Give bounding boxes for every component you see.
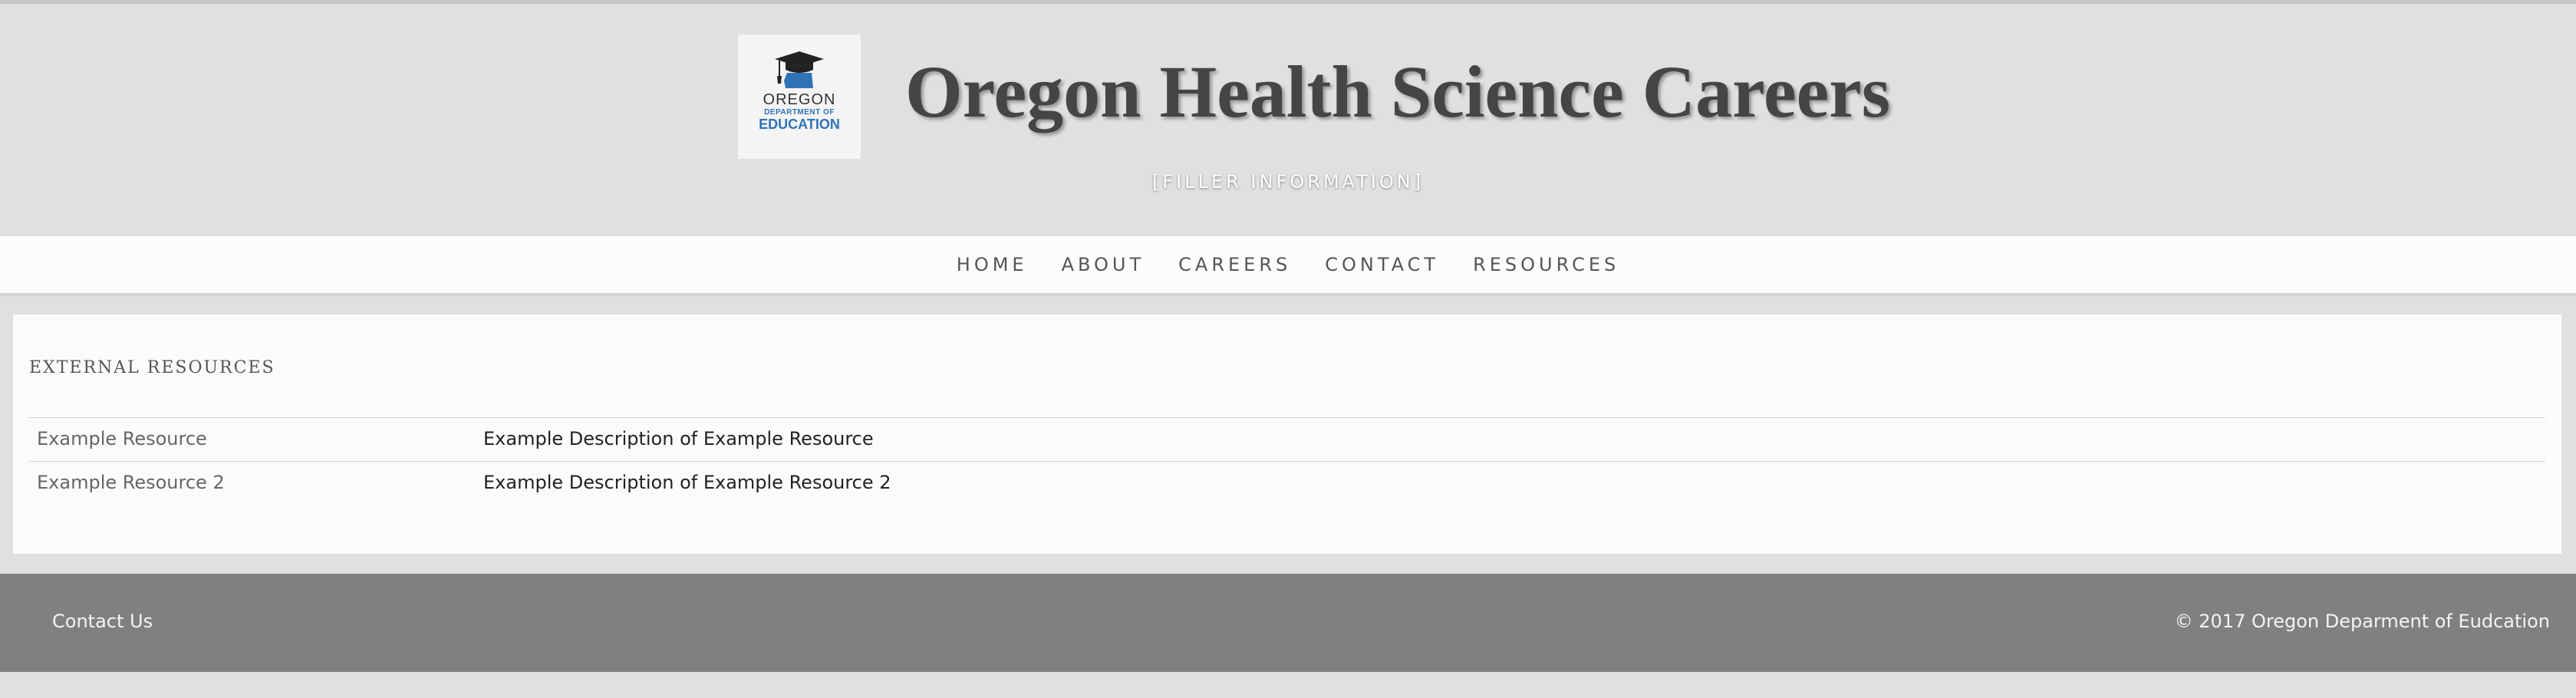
nav-contact[interactable]: CONTACT [1325, 254, 1439, 275]
resource-name-link[interactable]: Example Resource [37, 428, 207, 449]
section-title: EXTERNAL RESOURCES [29, 358, 275, 377]
nav-resources[interactable]: RESOURCES [1473, 254, 1619, 275]
graduation-cap-oregon-map-icon [775, 51, 824, 88]
nav-home[interactable]: HOME [957, 254, 1028, 275]
nav-careers[interactable]: CAREERS [1178, 254, 1291, 275]
resource-name-link[interactable]: Example Resource 2 [37, 472, 225, 493]
table-row: Example Resource 2 Example Description o… [29, 461, 2545, 505]
contact-us-link[interactable]: Contact Us [52, 611, 153, 632]
site-title: Oregon Health Science Careers [905, 51, 1891, 133]
resources-table: Example Resource Example Description of … [29, 417, 2545, 505]
main-content: EXTERNAL RESOURCES Example Resource Exam… [13, 314, 2561, 554]
nav-divider [0, 293, 2576, 296]
site-footer: Contact Us © 2017 Oregon Deparment of Eu… [0, 574, 2576, 672]
nav-about[interactable]: ABOUT [1062, 254, 1145, 275]
oregon-education-logo[interactable]: OREGON DEPARTMENT OF EDUCATION [738, 35, 861, 159]
logo-line-oregon: OREGON [763, 91, 836, 108]
table-row: Example Resource Example Description of … [29, 417, 2545, 461]
site-header: OREGON DEPARTMENT OF EDUCATION Oregon He… [0, 4, 2576, 236]
logo-line-education: EDUCATION [759, 117, 840, 132]
site-subtitle: [FILLER INFORMATION] [1151, 171, 1425, 193]
resource-description: Example Description of Example Resource … [483, 472, 891, 493]
copyright-text: © 2017 Oregon Deparment of Eudcation [2174, 611, 2550, 632]
main-navigation: HOME ABOUT CAREERS CONTACT RESOURCES [0, 236, 2576, 293]
resource-description: Example Description of Example Resource [483, 428, 874, 449]
